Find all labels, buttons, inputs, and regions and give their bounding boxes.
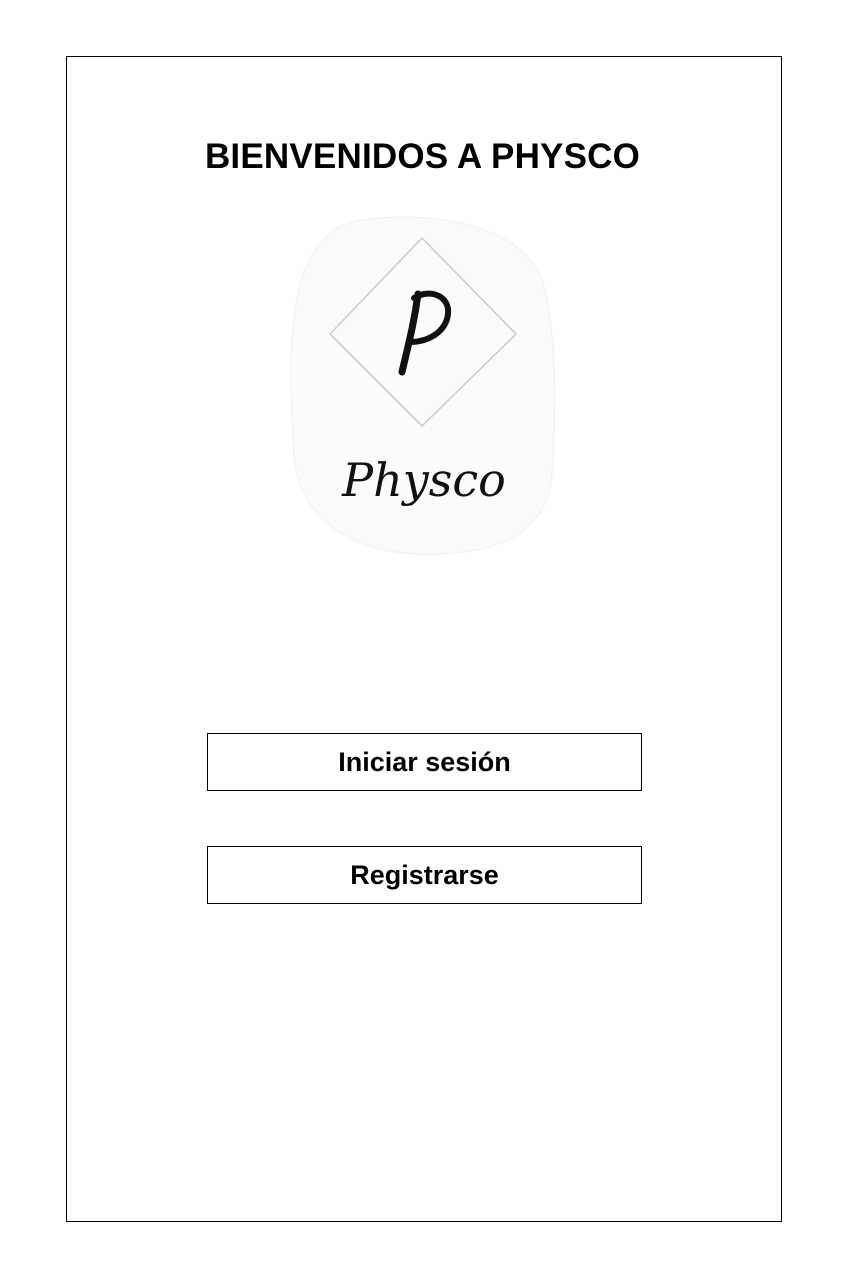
physco-logo: Physco [290, 214, 558, 556]
register-button[interactable]: Registrarse [207, 846, 642, 904]
logo-wordmark: Physco [341, 453, 506, 507]
page-title: BIENVENIDOS A PHYSCO [204, 137, 641, 176]
login-button[interactable]: Iniciar sesión [207, 733, 642, 791]
